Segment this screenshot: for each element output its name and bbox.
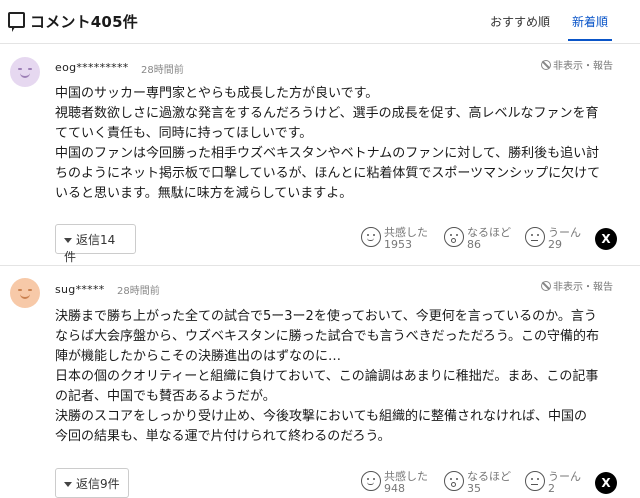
comment-line: 決勝のスコアをしっかり受け止め、今後攻撃においても組織的に整備されなければ、中国… — [55, 409, 587, 424]
hide-report-label: 非表示・報告 — [553, 282, 613, 293]
comment-bubble-icon — [8, 12, 25, 32]
comment-line: 視聴者数欲しさに過激な発言をするんだろうけど、選手の成長を促す、高レベルなファン… — [55, 106, 599, 121]
block-icon — [541, 60, 551, 70]
comment-timestamp: 28時間前 — [141, 65, 184, 76]
show-replies-button[interactable]: 返信14件 — [55, 224, 136, 264]
reaction-count: 86 — [467, 238, 481, 251]
avatar — [10, 57, 40, 87]
hide-report-button[interactable]: 非表示・報告 — [541, 57, 613, 72]
surprised-icon — [444, 227, 464, 247]
reaction-count: 29 — [548, 238, 562, 251]
comments-header: コメント405件 おすすめ順 新着順 — [0, 0, 640, 44]
comment-line: ならば大会序盤から、ウズベキスタンに勝った試合でも言うべきだっただろう。この守備… — [55, 329, 600, 344]
comment-item: eog********* 28時間前 非表示・報告 中国のサッカー専門家とやらも… — [0, 44, 640, 266]
comment-line: ちのようにネット掲示板で口撃しているが、ほんとに粘着体質でスポーツマンシップに欠… — [55, 166, 601, 181]
comment-line: 中国のサッカー専門家とやらも成長した方が良いです。 — [55, 86, 379, 101]
comment-line: 今回の結果も、単なる運で片付けられて終わるのだろう。 — [55, 429, 391, 444]
hide-report-button[interactable]: 非表示・報告 — [541, 278, 613, 293]
comment-username: sug***** — [55, 283, 105, 296]
chevron-down-icon — [64, 482, 72, 487]
comment-body: 決勝まで勝ち上がった全ての試合で5ー3ー2を使っておいて、今更何を言っているのか… — [55, 307, 623, 447]
reply-count-label: 返信9件 — [76, 477, 120, 491]
surprised-icon — [444, 471, 464, 491]
meh-icon — [525, 227, 545, 247]
meh-icon — [525, 471, 545, 491]
comment-line: 決勝まで勝ち上がった全ての試合で5ー3ー2を使っておいて、今更何を言っているのか… — [55, 309, 597, 324]
hide-report-label: 非表示・報告 — [553, 61, 613, 72]
comment-line: 陣が機能したからこその決勝進出のはずなのに… — [55, 349, 342, 364]
reaction-count: 2 — [548, 482, 555, 495]
comment-body: 中国のサッカー専門家とやらも成長した方が良いです。 視聴者数欲しさに過激な発言を… — [55, 84, 623, 204]
comment-line: いると思います。無駄に味方を減らしていますよ。 — [55, 186, 353, 201]
chevron-down-icon — [64, 238, 72, 243]
comment-line: てていく責任も、同時に持ってほしいです。 — [55, 126, 313, 141]
sort-recommended-tab[interactable]: おすすめ順 — [490, 13, 550, 30]
comment-line: 中国のファンは今回勝った相手ウズベキスタンやベトナムのファンに対して、勝利後も追… — [55, 146, 600, 161]
reaction-count: 35 — [467, 482, 481, 495]
block-icon — [541, 281, 551, 291]
comment-timestamp: 28時間前 — [117, 286, 160, 297]
smile-icon — [361, 471, 381, 491]
show-replies-button[interactable]: 返信9件 — [55, 468, 129, 498]
reaction-count: 1953 — [384, 238, 412, 251]
sort-newest-tab[interactable]: 新着順 — [567, 13, 613, 41]
comment-line: の記者、中国でも賛否あるようだが。 — [55, 389, 276, 404]
comment-line: 日本の個のクオリティーと組織に負けておいて、この論調はあまりに稚拙だ。まあ、この… — [55, 369, 599, 384]
share-x-button[interactable]: X — [595, 228, 617, 250]
comment-username: eog********* — [55, 61, 129, 74]
comment-count-title: コメント405件 — [30, 13, 138, 31]
smile-icon — [361, 227, 381, 247]
avatar — [10, 278, 40, 308]
reaction-count: 948 — [384, 482, 405, 495]
comment-item: sug***** 28時間前 非表示・報告 決勝まで勝ち上がった全ての試合で5ー… — [0, 266, 640, 498]
share-x-button[interactable]: X — [595, 472, 617, 494]
